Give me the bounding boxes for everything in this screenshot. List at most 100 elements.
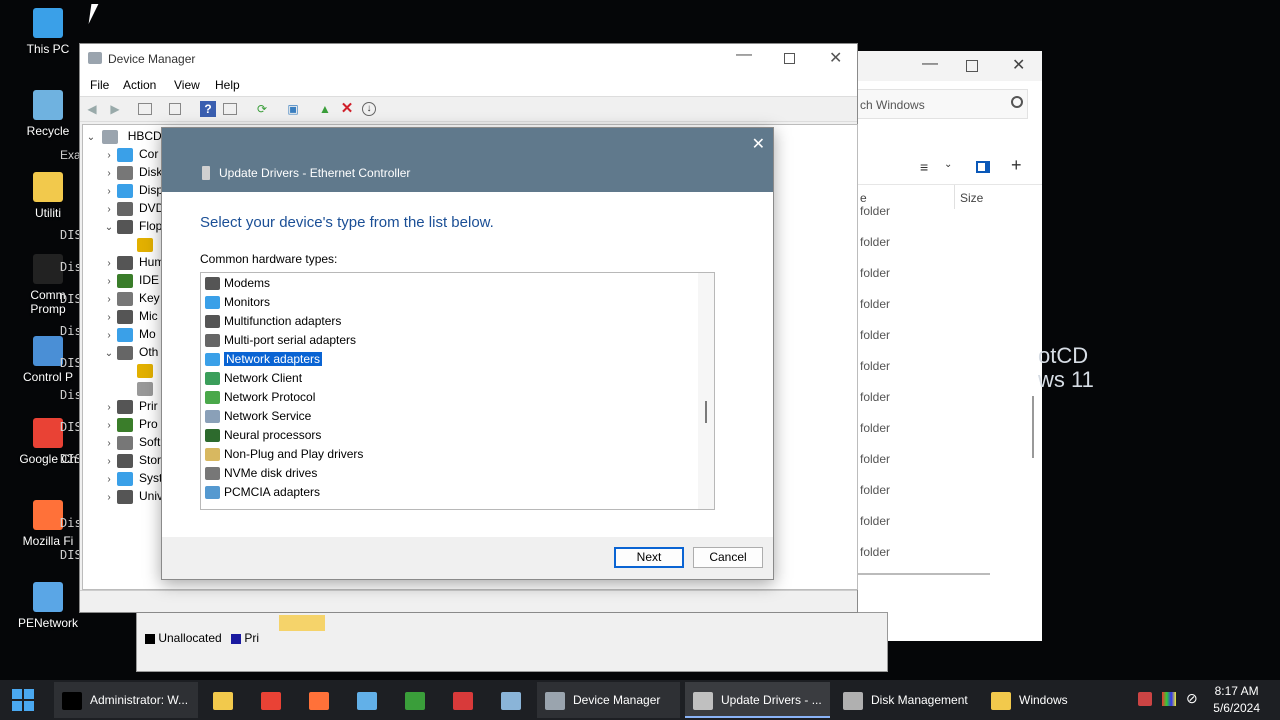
list-item[interactable]: Monitors [205,293,270,312]
partition-block[interactable] [279,615,325,631]
tree-item[interactable]: › Disk [101,163,162,181]
chevron-down-icon[interactable]: ⌄ [944,159,952,170]
view-details-icon[interactable] [223,103,237,115]
tree-item[interactable] [121,235,159,253]
help-icon[interactable]: ? [200,101,216,117]
explorer-row[interactable]: folder [860,297,890,311]
tree-item[interactable] [121,361,159,379]
list-item[interactable]: Multi-port serial adapters [205,331,356,350]
maximize-icon[interactable] [784,53,795,64]
tree-item[interactable]: › Key [101,289,160,307]
taskbar-device-manager[interactable]: Device Manager [537,682,680,718]
tree-item[interactable]: › Mo [101,325,156,343]
taskbar-calculator[interactable] [494,682,528,718]
menu-view[interactable]: View [174,78,200,92]
cancel-button[interactable]: Cancel [693,547,763,568]
update-driver-icon[interactable]: ⟳ [254,101,270,117]
explorer-row[interactable]: folder [860,204,890,218]
tree-item[interactable]: › Pro [101,415,158,433]
taskbar-chrome[interactable] [254,682,288,718]
explorer-row[interactable]: folder [860,514,890,528]
tree-item[interactable]: › Stor [101,451,161,469]
taskbar-network-tool[interactable] [446,682,480,718]
view-options-icon[interactable]: ≡ [920,159,928,175]
explorer-row[interactable]: folder [860,421,890,435]
explorer-row[interactable]: folder [860,545,890,559]
list-item[interactable]: Multifunction adapters [205,312,341,331]
chevron-down-icon[interactable]: ⌄ [83,129,99,147]
update-drivers-dialog[interactable]: Update Drivers - Ethernet Controller ✕ S… [161,127,774,580]
list-scrollbar[interactable] [698,273,714,509]
chevron-down-icon[interactable]: ⌄ [101,219,117,237]
details-pane-icon[interactable] [976,161,990,173]
tree-item[interactable]: › Disp [101,181,163,199]
taskbar-clock[interactable]: 8:17 AM 5/6/2024 [1213,683,1260,717]
tree-item[interactable]: › Soft [101,433,160,451]
taskbar-file-explorer[interactable] [206,682,240,718]
uninstall-device-icon[interactable]: ✕ [339,101,355,117]
explorer-row[interactable]: folder [860,483,890,497]
tree-item[interactable]: › Cor [101,145,158,163]
chevron-right-icon[interactable]: › [101,489,117,507]
properties-icon[interactable] [169,103,181,115]
taskbar-update-drivers[interactable]: Update Drivers - ... [685,682,830,718]
explorer-search-input[interactable]: ch Windows [858,89,1028,119]
chevron-down-icon[interactable]: ⌄ [101,345,117,363]
tree-item[interactable]: › Prir [101,397,158,415]
explorer-row[interactable]: folder [860,359,890,373]
taskbar-command-prompt[interactable]: Administrator: W... [54,682,198,718]
add-icon[interactable]: + [1011,155,1022,176]
minimize-icon[interactable]: — [736,46,752,64]
menu-action[interactable]: Action [123,78,156,92]
tree-item[interactable]: › Syst [101,469,162,487]
list-item[interactable]: Modems [205,274,270,293]
menu-file[interactable]: File [90,78,109,92]
maximize-icon[interactable] [966,60,978,72]
list-item[interactable]: NVMe disk drives [205,464,317,483]
tree-item[interactable]: ⌄ Oth [101,343,158,361]
column-header-type[interactable]: e [860,191,867,205]
list-item-partial[interactable]: ▪ ▪▪▪▪▪▪▪▪▪▪▪▪▪ [205,505,365,509]
tree-item[interactable]: ⌄ Flop [101,217,162,235]
list-item[interactable]: Network Protocol [205,388,315,407]
explorer-row[interactable]: folder [860,390,890,404]
list-item[interactable]: PCMCIA adapters [205,483,320,502]
list-item-selected[interactable]: Network adapters [205,350,323,369]
scan-hardware-icon[interactable]: ▣ [285,101,301,117]
horizontal-scrollbar[interactable] [858,573,990,575]
tray-color-icon[interactable] [1162,692,1176,706]
disk-management-window[interactable]: Unallocated Pri [136,612,888,672]
start-button[interactable] [12,689,34,711]
explorer-row[interactable]: folder [860,235,890,249]
column-divider[interactable] [954,185,955,209]
tree-item[interactable] [121,379,159,397]
disable-device-icon[interactable]: ↓ [362,102,376,116]
list-item[interactable]: Non-Plug and Play drivers [205,445,363,464]
tree-item[interactable]: › DVD [101,199,164,217]
back-icon[interactable]: ◀ [84,101,100,117]
close-icon[interactable]: ✕ [1012,55,1025,75]
menu-help[interactable]: Help [215,78,240,92]
taskbar-firefox[interactable] [302,682,336,718]
hardware-types-list[interactable]: Modems Monitors Multifunction adapters Mult… [200,272,715,510]
list-item[interactable]: Network Client [205,369,302,388]
tree-item[interactable]: › Mic [101,307,158,325]
close-icon[interactable]: ✕ [752,134,765,154]
tray-tool-icon[interactable] [1138,692,1152,706]
explorer-row[interactable]: folder [860,266,890,280]
taskbar-spreadsheet[interactable] [398,682,432,718]
minimize-icon[interactable]: — [922,55,938,73]
taskbar-disk-management[interactable]: Disk Management [835,682,978,718]
scrollbar-thumb[interactable] [705,401,707,423]
show-hide-tree-icon[interactable] [138,103,152,115]
network-icon[interactable]: ⊘ [1186,690,1198,707]
taskbar-notepad[interactable] [350,682,384,718]
tree-root[interactable]: ⌄ HBCD_ [83,127,168,145]
close-icon[interactable]: ✕ [829,48,842,68]
column-header-size[interactable]: Size [960,191,983,205]
tree-item[interactable]: › Univ [101,487,163,505]
file-explorer-window[interactable]: — ✕ ch Windows ≡ ⌄ + e Size folder folder… [858,51,1042,641]
taskbar-windows-folder[interactable]: Windows [983,682,1128,718]
tree-item[interactable]: › IDE [101,271,159,289]
vertical-scrollbar[interactable] [1032,396,1034,458]
